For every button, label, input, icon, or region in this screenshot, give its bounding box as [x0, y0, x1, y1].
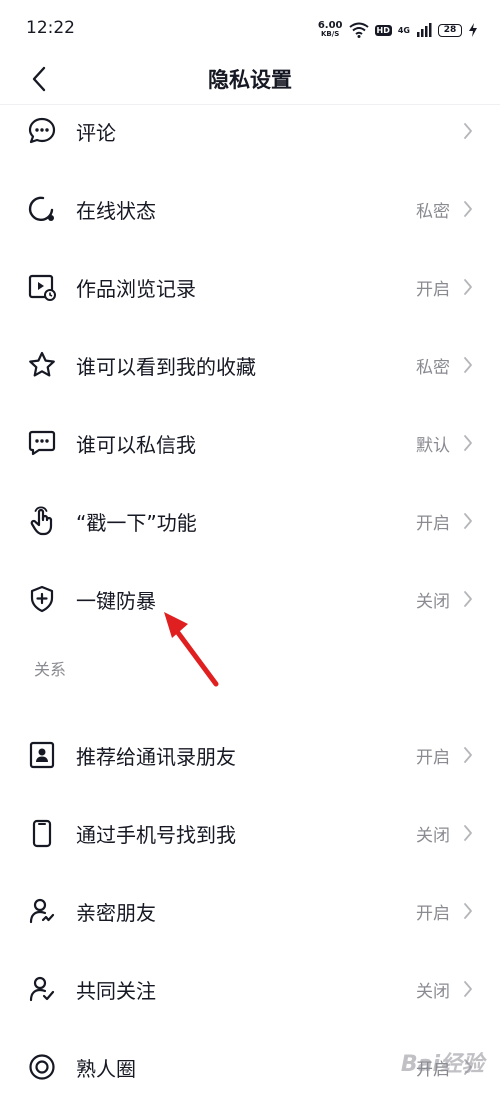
setting-label: 谁可以看到我的收藏 — [76, 354, 256, 379]
setting-label: 亲密朋友 — [76, 900, 156, 925]
chevron-right-icon — [460, 823, 476, 843]
chevron-right-icon — [460, 277, 476, 297]
close-friend-icon — [26, 895, 58, 927]
chevron-right-icon — [460, 979, 476, 999]
setting-label: 谁可以私信我 — [76, 432, 196, 457]
setting-row-close-friends[interactable]: 亲密朋友 开启 — [0, 872, 500, 950]
status-bar: 12:22 6.00 KB/S HD 4G 28 — [0, 0, 500, 60]
hd-badge: HD — [374, 24, 392, 36]
shield-plus-icon — [26, 583, 58, 615]
signal-icon — [417, 23, 432, 37]
setting-value: 私密 — [416, 201, 450, 222]
contact-card-icon — [26, 739, 58, 771]
battery-icon: 28 — [438, 23, 462, 37]
setting-row-anti-harassment[interactable]: 一键防暴 关闭 — [0, 560, 500, 638]
setting-label: 一键防暴 — [76, 588, 156, 613]
setting-value: 开启 — [416, 513, 450, 534]
chevron-right-icon — [460, 121, 476, 141]
section-title: 关系 — [34, 660, 67, 679]
setting-row-view-history[interactable]: 作品浏览记录 开启 — [0, 248, 500, 326]
setting-row-direct-message[interactable]: 谁可以私信我 默认 — [0, 404, 500, 482]
setting-label: 在线状态 — [76, 198, 156, 223]
status-time: 12:22 — [26, 18, 75, 38]
comment-bubble-icon — [26, 115, 58, 147]
mutual-follow-icon — [26, 973, 58, 1005]
setting-row-favorites-visibility[interactable]: 谁可以看到我的收藏 私密 — [0, 326, 500, 404]
network-speed-unit: KB/S — [320, 30, 340, 38]
chevron-right-icon — [460, 199, 476, 219]
network-speed: 6.00 KB/S — [318, 21, 343, 39]
page-title: 隐私设置 — [208, 68, 292, 92]
setting-value: 私密 — [416, 357, 450, 378]
chevron-right-icon — [460, 745, 476, 765]
setting-value: 开启 — [416, 279, 450, 300]
network-speed-value: 6.00 — [317, 20, 343, 31]
setting-row-mutual-follows[interactable]: 共同关注 关闭 — [0, 950, 500, 1028]
setting-value: 关闭 — [416, 591, 450, 612]
chevron-right-icon — [460, 901, 476, 921]
setting-row-poke[interactable]: “戳一下”功能 开启 — [0, 482, 500, 560]
setting-row-online-status[interactable]: 在线状态 私密 — [0, 170, 500, 248]
charging-icon — [469, 23, 477, 37]
setting-label: 共同关注 — [76, 978, 156, 1003]
star-icon — [26, 349, 58, 381]
setting-row-recommend-contacts[interactable]: 推荐给通讯录朋友 开启 — [0, 716, 500, 794]
message-icon — [26, 427, 58, 459]
chevron-right-icon — [460, 355, 476, 375]
phone-icon — [26, 817, 58, 849]
network-type: 4G — [397, 25, 410, 35]
acquaintance-circle-icon — [26, 1051, 58, 1083]
status-indicators: 6.00 KB/S HD 4G 28 — [318, 19, 478, 41]
battery-level: 28 — [443, 25, 457, 35]
setting-value: 开启 — [416, 903, 450, 924]
watermark: Bai经验 — [400, 1052, 484, 1077]
setting-value: 关闭 — [416, 981, 450, 1002]
setting-label: 作品浏览记录 — [76, 276, 196, 301]
setting-label: “戳一下”功能 — [76, 510, 197, 535]
chevron-right-icon — [460, 511, 476, 531]
setting-value: 开启 — [416, 747, 450, 768]
setting-label: 推荐给通讯录朋友 — [76, 744, 236, 769]
setting-value: 关闭 — [416, 825, 450, 846]
setting-row-comments[interactable]: 评论 — [0, 92, 500, 170]
chevron-right-icon — [460, 589, 476, 609]
setting-value: 默认 — [416, 435, 450, 456]
setting-row-find-by-phone[interactable]: 通过手机号找到我 关闭 — [0, 794, 500, 872]
online-status-icon — [26, 193, 58, 225]
setting-label: 通过手机号找到我 — [76, 822, 236, 847]
settings-list: 评论 在线状态 私密 作品浏览记录 开启 谁可以看到我的收藏 私密 谁可以私信我… — [0, 92, 500, 1106]
chevron-right-icon — [460, 433, 476, 453]
tap-hand-icon — [26, 505, 58, 537]
setting-label: 评论 — [76, 120, 116, 145]
video-history-icon — [26, 271, 58, 303]
setting-label: 熟人圈 — [76, 1056, 136, 1081]
wifi-icon — [348, 22, 369, 38]
annotation-arrow-icon — [164, 612, 219, 687]
section-header-relations: 关系 — [0, 638, 500, 716]
